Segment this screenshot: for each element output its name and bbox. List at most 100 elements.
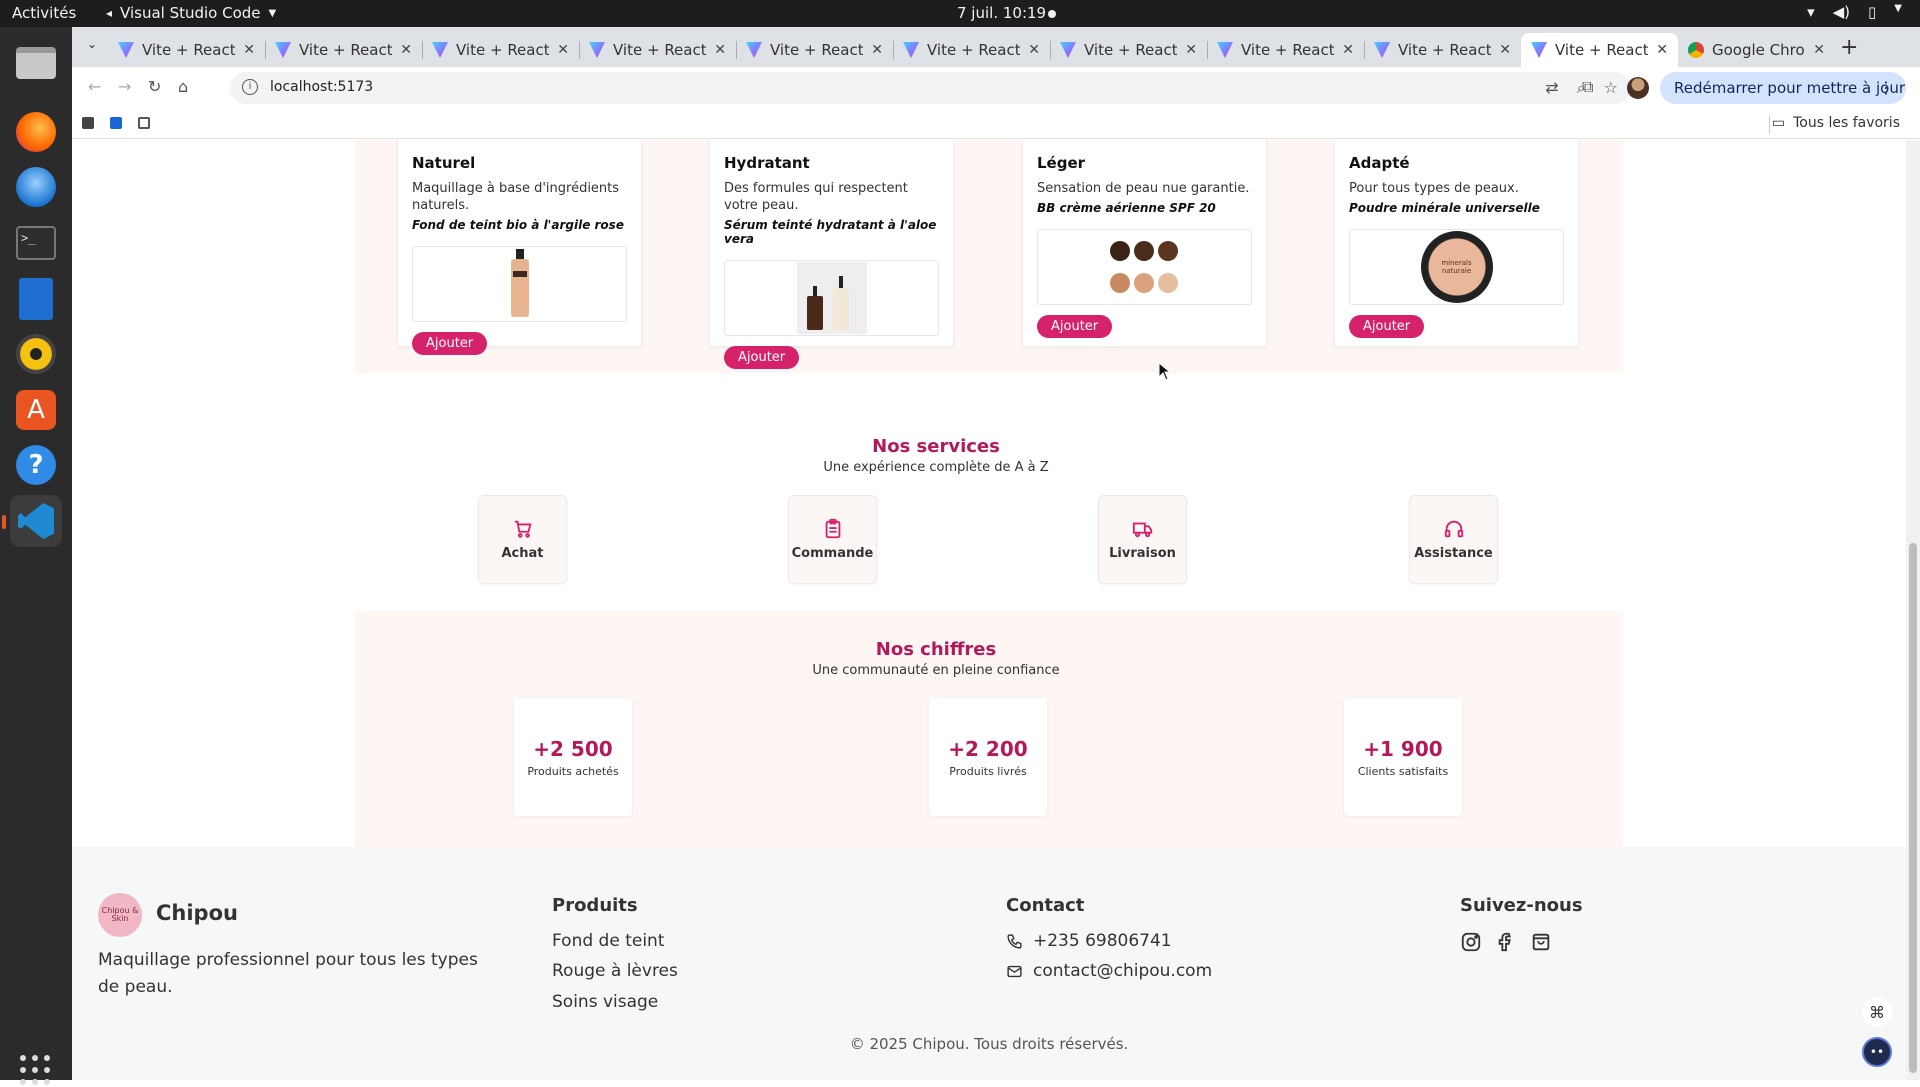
close-tab-icon[interactable]: ✕ (871, 42, 883, 58)
grid-icon: ⌘ (1869, 1002, 1885, 1022)
instagram-icon[interactable] (1460, 931, 1482, 953)
bookmark-icon[interactable] (110, 117, 122, 129)
add-button[interactable]: Ajouter (412, 332, 488, 355)
tab-title: Vite + React (1398, 41, 1492, 59)
writer-icon[interactable] (10, 273, 62, 325)
close-tab-icon[interactable]: ✕ (1185, 42, 1197, 58)
footer-link-soins-visage[interactable]: Soins visage (552, 992, 658, 1012)
firefox-icon[interactable] (10, 106, 62, 158)
product-image: minerals naturale (1349, 229, 1564, 305)
help-icon[interactable]: ? (10, 439, 62, 491)
update-button[interactable]: Redémarrer pour mettre à jour ⋮ (1660, 72, 1906, 104)
vite-icon (589, 42, 605, 58)
tab-vite-react[interactable]: Vite + React ✕ (893, 33, 1050, 67)
footer-email[interactable]: contact@chipou.com (1006, 961, 1212, 981)
service-card-livraison[interactable]: Livraison (1098, 495, 1187, 584)
thunderbird-icon[interactable] (10, 161, 62, 213)
shopping-bag-icon[interactable] (1530, 931, 1552, 953)
tab-vite-react[interactable]: Vite + React ✕ (265, 33, 422, 67)
tab-vite-react[interactable]: Vite + React ✕ (1521, 33, 1678, 67)
browser-toolbar: ← → ↻ ⌂ i localhost:5173 ⇄ ⌕ ☆ ⧉ Redémar… (72, 67, 1920, 109)
tab-search-icon[interactable]: ⌄ (82, 37, 102, 57)
forward-icon[interactable]: → (118, 77, 131, 96)
add-button[interactable]: Ajouter (1349, 315, 1425, 338)
terminal-icon[interactable]: >_ (10, 217, 62, 269)
product-subtitle: Fond de teint bio à l'argile rose (412, 218, 624, 232)
close-tab-icon[interactable]: ✕ (1342, 42, 1354, 58)
app-menu[interactable]: ◂ Visual Studio Code ▼ (106, 4, 276, 22)
add-button[interactable]: Ajouter (1037, 315, 1113, 338)
tab-vite-react[interactable]: Vite + React ✕ (1207, 33, 1364, 67)
vscode-icon[interactable] (10, 495, 62, 547)
tab-google-chrome[interactable]: Google Chrome ✕ (1678, 33, 1835, 67)
close-tab-icon[interactable]: ✕ (400, 42, 412, 58)
address-bar[interactable]: i localhost:5173 ⇄ ⌕ ☆ (230, 72, 1630, 104)
product-subtitle: Poudre minérale universelle (1349, 201, 1540, 215)
tab-vite-react[interactable]: Vite + React ✕ (579, 33, 736, 67)
product-description: Des formules qui respectent votre peau. (724, 181, 908, 213)
service-card-commande[interactable]: Commande (788, 495, 877, 584)
tab-title: Vite + React (142, 41, 236, 59)
close-tab-icon[interactable]: ✕ (1499, 42, 1511, 58)
footer-link-rouge-a-levres[interactable]: Rouge à lèvres (552, 961, 678, 981)
back-icon[interactable]: ← (88, 77, 101, 96)
close-tab-icon[interactable]: ✕ (714, 42, 726, 58)
reload-icon[interactable]: ↻ (148, 77, 161, 96)
tab-vite-react[interactable]: Vite + React ✕ (1364, 33, 1521, 67)
services-subtitle: Une expérience complète de A à Z (823, 460, 1049, 475)
app-center-icon[interactable]: A (10, 384, 62, 436)
scrollbar-thumb[interactable] (1909, 543, 1917, 1073)
divider (1769, 116, 1770, 134)
scrollbar[interactable] (1906, 140, 1920, 1080)
clock[interactable]: 7 juil. 10:19 (957, 4, 1046, 22)
rhythmbox-icon[interactable] (10, 328, 62, 380)
system-tray[interactable]: ▾ ◀) ▯ ▼ (1807, 3, 1902, 21)
all-bookmarks[interactable]: ▭ Tous les favoris (1772, 115, 1900, 131)
kebab-menu-icon[interactable]: ⋮ (1878, 78, 1894, 97)
close-tab-icon[interactable]: ✕ (1028, 42, 1040, 58)
close-tab-icon[interactable]: ✕ (243, 42, 255, 58)
floating-apps-icon[interactable]: ⌘ (1862, 997, 1892, 1027)
stats-subtitle: Une communauté en pleine confiance (812, 663, 1060, 678)
facebook-icon[interactable] (1495, 931, 1517, 953)
home-icon[interactable]: ⌂ (178, 77, 188, 96)
footer-link-fond-de-teint[interactable]: Fond de teint (552, 931, 664, 951)
close-tab-icon[interactable]: ✕ (557, 42, 569, 58)
add-button[interactable]: Ajouter (724, 346, 800, 369)
apps-grid-icon[interactable] (138, 117, 150, 129)
notification-dot (1048, 10, 1056, 18)
vite-icon (118, 42, 134, 58)
tab-title: Vite + React (456, 41, 550, 59)
bookmark-icon[interactable] (82, 117, 94, 129)
translate-icon[interactable]: ⇄ (1545, 78, 1558, 98)
url-text[interactable]: localhost:5173 (270, 79, 373, 95)
tab-vite-react[interactable]: Vite + React ✕ (422, 33, 579, 67)
mouse-cursor (1158, 362, 1172, 381)
tab-vite-react[interactable]: Vite + React ✕ (108, 33, 265, 67)
tab-title: Vite + React (1241, 41, 1335, 59)
service-card-assistance[interactable]: Assistance (1409, 495, 1498, 584)
files-icon[interactable] (10, 37, 62, 89)
footer: Chipou & Skin Chipou Maquillage professi… (72, 847, 1906, 1080)
show-apps-icon[interactable] (20, 1055, 52, 1087)
logo-text: Chipou & Skin (101, 906, 139, 923)
stat-label: Clients satisfaits (1357, 764, 1449, 778)
star-icon[interactable]: ☆ (1604, 78, 1618, 98)
service-card-achat[interactable]: Achat (478, 495, 567, 584)
stat-card: +1 900 Clients satisfaits (1344, 698, 1462, 816)
profile-avatar[interactable] (1627, 77, 1649, 99)
floating-assistant-icon[interactable]: •• (1862, 1037, 1892, 1067)
extensions-icon[interactable]: ⧉ (1582, 77, 1593, 97)
tab-vite-react[interactable]: Vite + React ✕ (1050, 33, 1207, 67)
vite-icon (1374, 42, 1390, 58)
close-tab-icon[interactable]: ✕ (1656, 42, 1668, 58)
tab-vite-react[interactable]: Vite + React ✕ (736, 33, 893, 67)
footer-phone[interactable]: +235 69806741 (1006, 931, 1172, 951)
site-info-icon[interactable]: i (242, 79, 258, 95)
new-tab-button[interactable]: + (1840, 35, 1858, 60)
close-tab-icon[interactable]: ✕ (1813, 42, 1825, 58)
wifi-icon: ▾ (1807, 3, 1815, 21)
bb-cream-swatches-image (1109, 241, 1178, 293)
activities-button[interactable]: Activités (12, 4, 76, 22)
dock: >_ A ? (0, 27, 72, 1085)
